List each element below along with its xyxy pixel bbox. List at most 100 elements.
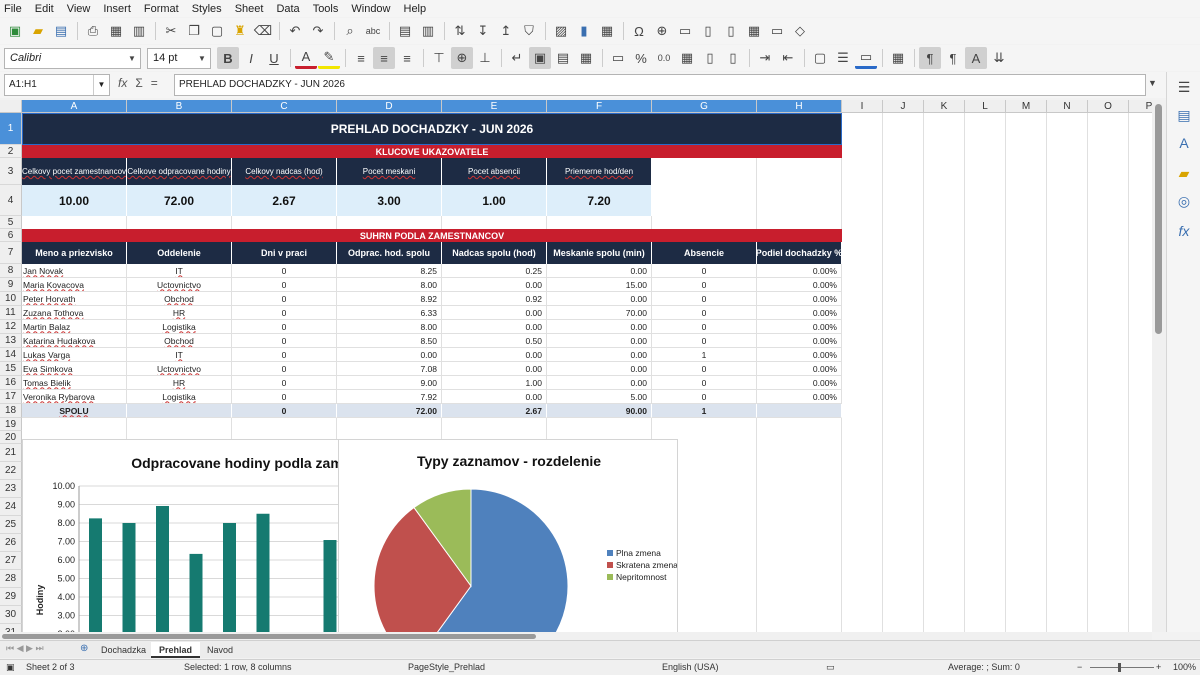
- copy-icon[interactable]: ❐: [183, 20, 205, 42]
- table-cell[interactable]: 0: [232, 306, 337, 320]
- row-header-6[interactable]: 6: [0, 229, 22, 242]
- table-cell[interactable]: 0.00: [547, 292, 652, 306]
- table-cell[interactable]: 0: [652, 306, 757, 320]
- table-cell[interactable]: 0: [232, 390, 337, 404]
- header-footer-icon[interactable]: ▯: [697, 20, 719, 42]
- table-cell[interactable]: 0: [652, 278, 757, 292]
- tab-navod[interactable]: Navod: [199, 642, 241, 658]
- text-vertical-icon[interactable]: A: [965, 47, 987, 69]
- tab-dochadzka[interactable]: Dochadzka: [93, 642, 154, 658]
- table-cell[interactable]: 0: [232, 278, 337, 292]
- menu-data[interactable]: Data: [276, 3, 299, 15]
- row-header-7[interactable]: 7: [0, 242, 22, 264]
- open-icon[interactable]: ▰: [27, 20, 49, 42]
- vertical-scroll-thumb[interactable]: [1155, 104, 1162, 334]
- column-header-l[interactable]: L: [965, 100, 1006, 113]
- row-header-15[interactable]: 15: [0, 362, 22, 376]
- table-cell[interactable]: 0: [652, 320, 757, 334]
- rtl-direction-icon[interactable]: ¶: [919, 47, 941, 69]
- table-cell[interactable]: 70.00: [547, 306, 652, 320]
- table-cell[interactable]: Obchod: [127, 292, 232, 306]
- row-icon[interactable]: ▤: [394, 20, 416, 42]
- zoom-level[interactable]: 100%: [1173, 662, 1196, 672]
- row-header-14[interactable]: 14: [0, 348, 22, 362]
- pivot-table-icon[interactable]: ▦: [596, 20, 618, 42]
- table-cell[interactable]: 0: [652, 390, 757, 404]
- menu-help[interactable]: Help: [404, 3, 427, 15]
- hyperlink-icon[interactable]: ⊕: [651, 20, 673, 42]
- table-cell[interactable]: 0.50: [442, 334, 547, 348]
- table-cell[interactable]: 0: [232, 292, 337, 306]
- align-left-icon[interactable]: ≡: [350, 47, 372, 69]
- column-header-g[interactable]: G: [652, 100, 757, 113]
- column-header-i[interactable]: I: [842, 100, 883, 113]
- column-header-j[interactable]: J: [883, 100, 924, 113]
- row-header-19[interactable]: 19: [0, 418, 22, 431]
- menu-edit[interactable]: Edit: [35, 3, 54, 15]
- row-header-12[interactable]: 12: [0, 320, 22, 334]
- table-cell[interactable]: 0: [232, 334, 337, 348]
- percent-button[interactable]: %: [630, 47, 652, 69]
- freeze-rows-columns-icon[interactable]: ▦: [743, 20, 765, 42]
- wrap-text-icon[interactable]: ↵: [506, 47, 528, 69]
- conditional-format-icon[interactable]: ▦: [887, 47, 909, 69]
- find-replace-icon[interactable]: ⌕: [339, 20, 361, 42]
- menu-file[interactable]: File: [4, 3, 22, 15]
- table-cell[interactable]: 0.00%: [757, 306, 842, 320]
- table-header[interactable]: Meno a priezvisko: [22, 242, 127, 264]
- table-cell[interactable]: 0.00%: [757, 292, 842, 306]
- table-cell[interactable]: 9.00: [337, 376, 442, 390]
- redo-icon[interactable]: ↷: [307, 20, 329, 42]
- italic-button[interactable]: I: [240, 47, 262, 69]
- formula-input[interactable]: PREHLAD DOCHADZKY - JUN 2026: [174, 74, 1146, 96]
- show-draw-functions-icon[interactable]: ◇: [789, 20, 811, 42]
- row-header-1[interactable]: 1: [0, 113, 22, 145]
- table-cell[interactable]: 0: [232, 320, 337, 334]
- kpi-value[interactable]: 7.20: [547, 185, 652, 216]
- table-cell[interactable]: Lukas Varga: [22, 348, 127, 362]
- sum-icon[interactable]: Σ: [135, 76, 142, 90]
- kpi-value[interactable]: 3.00: [337, 185, 442, 216]
- hamburger-menu-icon[interactable]: ☰: [1175, 78, 1193, 96]
- table-cell[interactable]: 8.50: [337, 334, 442, 348]
- table-cell[interactable]: Peter Horvath: [22, 292, 127, 306]
- spreadsheet-grid[interactable]: ABCDEFGHIJKLMNOP 1 2 3 4 5 6 7 8 9 10 11 12 13 14 15 16…: [0, 100, 1152, 632]
- table-cell[interactable]: Jan Novak: [22, 264, 127, 278]
- table-header[interactable]: Odprac. hod. spolu: [337, 242, 442, 264]
- table-cell[interactable]: 0.00: [442, 390, 547, 404]
- chevron-down-icon[interactable]: ▼: [194, 49, 210, 68]
- print-icon[interactable]: ⎙: [82, 20, 104, 42]
- column-header-e[interactable]: E: [442, 100, 547, 113]
- table-cell[interactable]: Logistika: [127, 320, 232, 334]
- table-cell[interactable]: 0.00: [547, 264, 652, 278]
- font-color-icon[interactable]: A: [295, 47, 317, 69]
- row-header-22[interactable]: 22: [0, 462, 22, 480]
- chevron-down-icon[interactable]: ▼: [93, 75, 109, 95]
- table-cell[interactable]: Veronika Rybarova: [22, 390, 127, 404]
- table-cell[interactable]: 0.00: [442, 320, 547, 334]
- zoom-slider[interactable]: [1090, 667, 1154, 668]
- row-header-16[interactable]: 16: [0, 376, 22, 390]
- define-print-area-icon[interactable]: ▯: [720, 20, 742, 42]
- font-size-combo[interactable]: 14 pt ▼: [147, 47, 211, 69]
- delete-decimal-icon[interactable]: ▯: [722, 47, 744, 69]
- table-cell[interactable]: 0.00: [547, 320, 652, 334]
- kpi-header[interactable]: Celkovy pocet zamestnancov: [22, 158, 127, 185]
- table-cell[interactable]: 0: [232, 348, 337, 362]
- table-cell[interactable]: 0: [232, 362, 337, 376]
- borders-icon[interactable]: ▢: [809, 47, 831, 69]
- table-cell[interactable]: Eva Simkova: [22, 362, 127, 376]
- row-header-11[interactable]: 11: [0, 306, 22, 320]
- table-cell[interactable]: 0.00%: [757, 320, 842, 334]
- table-cell[interactable]: 0.00%: [757, 278, 842, 292]
- table-cell[interactable]: 5.00: [547, 390, 652, 404]
- align-center-icon[interactable]: ≡: [373, 47, 395, 69]
- menu-view[interactable]: View: [67, 3, 91, 15]
- total-cell[interactable]: 1: [652, 404, 757, 418]
- menu-tools[interactable]: Tools: [313, 3, 339, 15]
- decrease-indent-icon[interactable]: ⇤: [777, 47, 799, 69]
- sort-descending-icon[interactable]: ↥: [495, 20, 517, 42]
- table-cell[interactable]: 0.00: [442, 362, 547, 376]
- row-header-3[interactable]: 3: [0, 158, 22, 185]
- column-header-m[interactable]: M: [1006, 100, 1047, 113]
